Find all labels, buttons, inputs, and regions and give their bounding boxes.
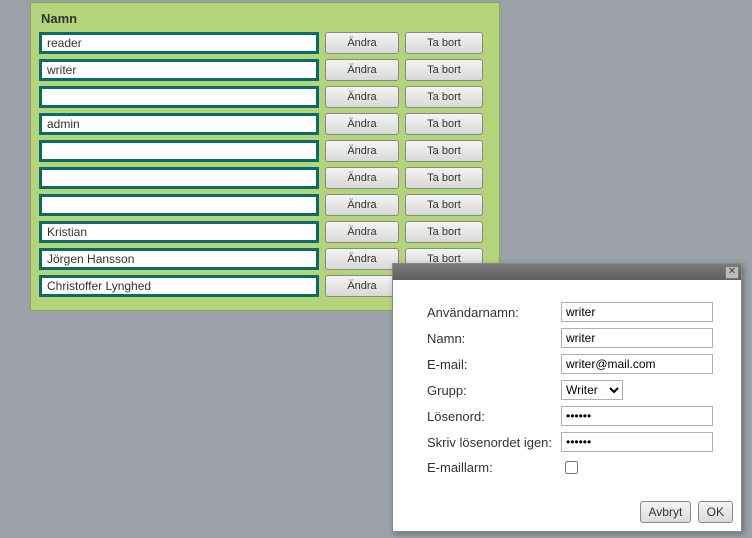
- table-row: writer Ändra Ta bort: [39, 59, 491, 81]
- close-icon[interactable]: ✕: [725, 266, 739, 279]
- name-cell[interactable]: [39, 194, 319, 216]
- edit-button[interactable]: Ändra: [325, 113, 399, 135]
- edit-button[interactable]: Ändra: [325, 167, 399, 189]
- emailalarm-checkbox[interactable]: [565, 461, 578, 474]
- emailalarm-label: E-maillarm:: [427, 460, 561, 475]
- edit-button[interactable]: Ändra: [325, 194, 399, 216]
- delete-button[interactable]: Ta bort: [405, 194, 483, 216]
- edit-button[interactable]: Ändra: [325, 86, 399, 108]
- delete-button[interactable]: Ta bort: [405, 86, 483, 108]
- group-label: Grupp:: [427, 383, 561, 398]
- table-row: Ändra Ta bort: [39, 167, 491, 189]
- name-cell[interactable]: [39, 167, 319, 189]
- name-field[interactable]: [561, 328, 713, 348]
- dialog-body: Användarnamn: Namn: E-mail: Grupp: Write…: [393, 280, 741, 493]
- table-header: Namn: [39, 7, 491, 32]
- name-cell[interactable]: Kristian: [39, 221, 319, 243]
- password2-label: Skriv lösenordet igen:: [427, 435, 561, 450]
- username-field[interactable]: [561, 302, 713, 322]
- table-row: reader Ändra Ta bort: [39, 32, 491, 54]
- dialog-titlebar[interactable]: ✕: [393, 264, 741, 280]
- edit-button[interactable]: Ändra: [325, 221, 399, 243]
- name-cell[interactable]: Christoffer Lynghed: [39, 275, 319, 297]
- edit-button[interactable]: Ändra: [325, 59, 399, 81]
- name-cell[interactable]: writer: [39, 59, 319, 81]
- delete-button[interactable]: Ta bort: [405, 59, 483, 81]
- email-label: E-mail:: [427, 357, 561, 372]
- edit-button[interactable]: Ändra: [325, 275, 399, 297]
- name-cell[interactable]: admin: [39, 113, 319, 135]
- group-select[interactable]: Writer: [561, 380, 623, 400]
- password2-field[interactable]: [561, 432, 713, 452]
- password-field[interactable]: [561, 406, 713, 426]
- email-field[interactable]: [561, 354, 713, 374]
- password-label: Lösenord:: [427, 409, 561, 424]
- edit-button[interactable]: Ändra: [325, 248, 399, 270]
- delete-button[interactable]: Ta bort: [405, 32, 483, 54]
- dialog-footer: Avbryt OK: [393, 493, 741, 531]
- username-label: Användarnamn:: [427, 305, 561, 320]
- delete-button[interactable]: Ta bort: [405, 113, 483, 135]
- edit-user-dialog: ✕ Användarnamn: Namn: E-mail: Grupp: Wri…: [392, 263, 742, 532]
- ok-button[interactable]: OK: [698, 501, 733, 523]
- table-row: Ändra Ta bort: [39, 86, 491, 108]
- name-cell[interactable]: reader: [39, 32, 319, 54]
- edit-button[interactable]: Ändra: [325, 32, 399, 54]
- table-row: admin Ändra Ta bort: [39, 113, 491, 135]
- name-label: Namn:: [427, 331, 561, 346]
- delete-button[interactable]: Ta bort: [405, 221, 483, 243]
- delete-button[interactable]: Ta bort: [405, 167, 483, 189]
- cancel-button[interactable]: Avbryt: [640, 501, 692, 523]
- delete-button[interactable]: Ta bort: [405, 140, 483, 162]
- name-cell[interactable]: [39, 140, 319, 162]
- name-cell[interactable]: Jörgen Hansson: [39, 248, 319, 270]
- table-row: Ändra Ta bort: [39, 194, 491, 216]
- name-cell[interactable]: [39, 86, 319, 108]
- table-row: Ändra Ta bort: [39, 140, 491, 162]
- table-row: Kristian Ändra Ta bort: [39, 221, 491, 243]
- edit-button[interactable]: Ändra: [325, 140, 399, 162]
